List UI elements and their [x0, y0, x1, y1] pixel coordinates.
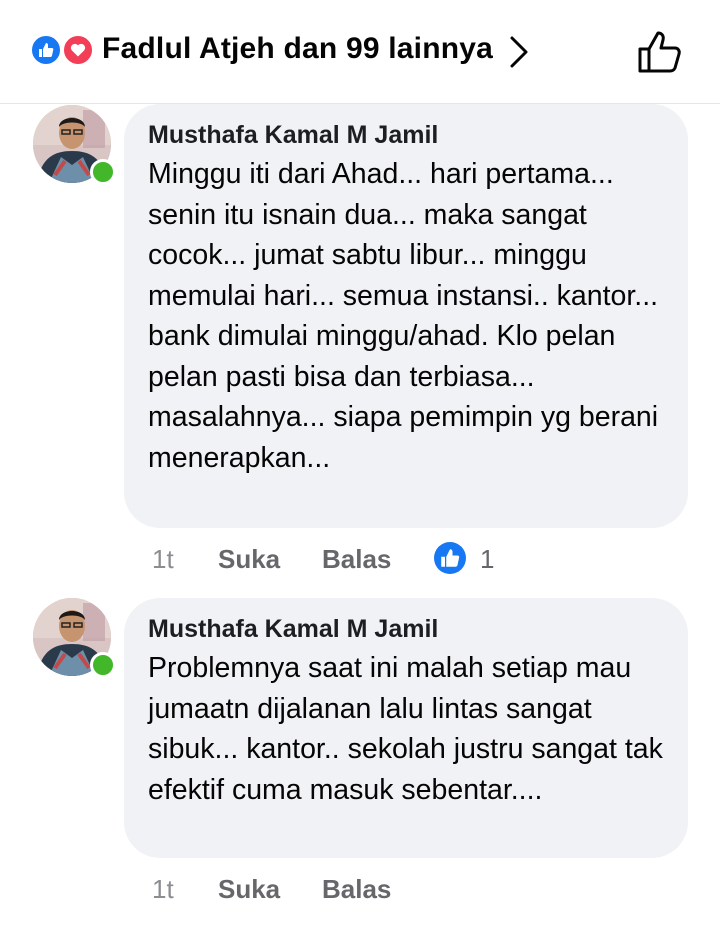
- like-button[interactable]: Suka: [218, 874, 280, 905]
- reactions-header[interactable]: Fadlul Atjeh dan 99 lainnya: [0, 0, 720, 104]
- like-button[interactable]: Suka: [218, 544, 280, 575]
- like-count[interactable]: 1: [480, 544, 494, 575]
- comment-text: Problemnya saat ini malah setiap mau jum…: [148, 652, 663, 806]
- comment-bubble[interactable]: Musthafa Kamal M Jamil Problemnya saat i…: [124, 598, 688, 858]
- like-count-icon[interactable]: [434, 542, 466, 574]
- thumbs-up-icon[interactable]: [636, 30, 684, 74]
- like-reaction-icon: [30, 34, 62, 66]
- reply-button[interactable]: Balas: [322, 874, 391, 905]
- comment-author[interactable]: Musthafa Kamal M Jamil: [148, 614, 664, 644]
- comment-timestamp[interactable]: 1t: [152, 544, 174, 575]
- online-status-indicator: [90, 652, 116, 678]
- comment-text: Minggu iti dari Ahad... hari pertama... …: [148, 158, 659, 474]
- comment-author[interactable]: Musthafa Kamal M Jamil: [148, 120, 664, 150]
- love-reaction-icon: [62, 34, 94, 66]
- comment-timestamp[interactable]: 1t: [152, 874, 174, 905]
- reactors-summary[interactable]: Fadlul Atjeh dan 99 lainnya: [102, 32, 493, 66]
- chevron-right-icon[interactable]: [508, 34, 530, 70]
- reply-button[interactable]: Balas: [322, 544, 391, 575]
- comment-bubble[interactable]: Musthafa Kamal M Jamil Minggu iti dari A…: [124, 104, 688, 528]
- reaction-icons: [30, 34, 98, 68]
- online-status-indicator: [90, 159, 116, 185]
